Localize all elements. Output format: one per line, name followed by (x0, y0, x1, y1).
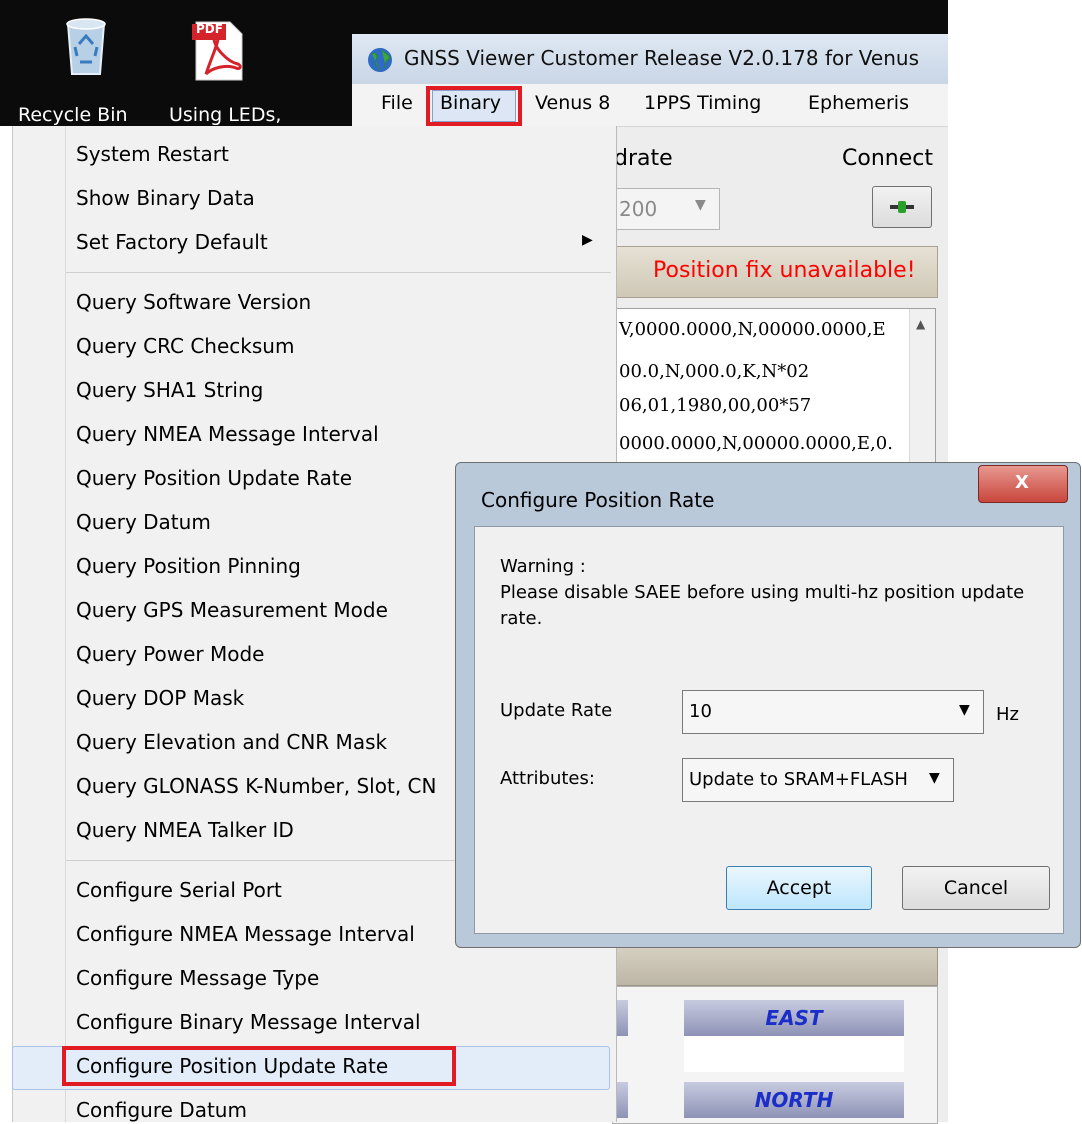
position-status: Position fix unavailable! (653, 258, 916, 283)
dialog-title: Configure Position Rate (481, 488, 715, 512)
warning-line: rate. (500, 608, 543, 629)
north-header: NORTH (684, 1082, 904, 1118)
cancel-button[interactable]: Cancel (902, 866, 1050, 910)
menu-item-query-sha1-string[interactable]: Query SHA1 String (76, 378, 263, 402)
cancel-label: Cancel (943, 877, 1009, 899)
menu-item-show-binary-data[interactable]: Show Binary Data (76, 186, 255, 210)
menu-item-configure-serial-port[interactable]: Configure Serial Port (76, 878, 282, 902)
menu-item-query-datum[interactable]: Query Datum (76, 510, 211, 534)
scrollbar[interactable]: ▲ (909, 309, 935, 469)
connect-label: Connect (842, 146, 933, 171)
menu-item-configure-datum[interactable]: Configure Datum (76, 1098, 247, 1122)
update-rate-unit: Hz (996, 704, 1019, 725)
menu-ephemeris[interactable]: Ephemeris (808, 92, 909, 114)
menu-item-query-gps-measurement-mode[interactable]: Query GPS Measurement Mode (76, 598, 388, 622)
window-title: GNSS Viewer Customer Release V2.0.178 fo… (404, 46, 919, 70)
menu-item-configure-position-update-rate[interactable]: Configure Position Update Rate (76, 1054, 388, 1078)
warning-title: Warning : (500, 556, 586, 577)
chevron-down-icon: ▼ (929, 770, 940, 786)
submenu-arrow-icon: ▶ (582, 232, 593, 248)
nmea-log: V,0000.0000,N,00000.0000,E 00.0,N,000.0,… (612, 308, 936, 470)
close-icon: X (1015, 472, 1029, 493)
dialog-close-button[interactable]: X (978, 465, 1068, 503)
warning-line: Please disable SAEE before using multi-h… (500, 582, 1025, 603)
attributes-select[interactable]: Update to SRAM+FLASH ▼ (682, 758, 954, 802)
nmea-line: 00.0,N,000.0,K,N*02 (619, 361, 810, 382)
scroll-up-icon[interactable]: ▲ (916, 317, 925, 331)
connect-button[interactable] (872, 186, 932, 228)
menu-item-configure-nmea-message-interval[interactable]: Configure NMEA Message Interval (76, 922, 415, 946)
accept-label: Accept (766, 877, 832, 899)
accept-button[interactable]: Accept (726, 866, 872, 910)
nmea-line: V,0000.0000,N,00000.0000,E (619, 319, 886, 340)
baudrate-label: drate (614, 146, 673, 171)
menu-venus8[interactable]: Venus 8 (535, 92, 610, 114)
menu-item-query-crc-checksum[interactable]: Query CRC Checksum (76, 334, 294, 358)
menu-item-query-position-pinning[interactable]: Query Position Pinning (76, 554, 301, 578)
menu-1pps-timing[interactable]: 1PPS Timing (644, 92, 761, 114)
menu-item-query-nmea-message-interval[interactable]: Query NMEA Message Interval (76, 422, 379, 446)
menu-item-configure-binary-message-interval[interactable]: Configure Binary Message Interval (76, 1010, 421, 1034)
menu-item-query-position-update-rate[interactable]: Query Position Update Rate (76, 466, 352, 490)
menu-item-set-factory-default[interactable]: Set Factory Default (76, 230, 268, 254)
desktop-label-recycle-bin: Recycle Bin (18, 104, 128, 126)
menu-item-query-software-version[interactable]: Query Software Version (76, 290, 311, 314)
east-label: EAST (765, 1006, 823, 1030)
lower-status-strip (612, 946, 938, 986)
recycle-bin-icon (66, 18, 106, 75)
menu-file[interactable]: File (381, 92, 413, 114)
menu-item-query-dop-mask[interactable]: Query DOP Mask (76, 686, 244, 710)
menu-item-system-restart[interactable]: System Restart (76, 142, 229, 166)
update-rate-value: 10 (689, 701, 712, 722)
baudrate-value: 200 (619, 197, 658, 221)
baudrate-select[interactable]: 200 ▼ (612, 188, 720, 230)
update-rate-select[interactable]: 10 ▼ (682, 690, 984, 734)
east-header: EAST (684, 1000, 904, 1036)
plug-icon (890, 201, 914, 213)
east-value-field (684, 1036, 904, 1072)
menu-item-query-glonass[interactable]: Query GLONASS K-Number, Slot, CN (76, 774, 436, 798)
desktop-label-pdf: Using LEDs, (169, 104, 282, 126)
globe-icon (368, 48, 392, 72)
menu-item-configure-message-type[interactable]: Configure Message Type (76, 966, 319, 990)
chevron-down-icon: ▼ (695, 197, 706, 213)
north-label: NORTH (754, 1088, 834, 1112)
pdf-badge: PDF (196, 22, 223, 36)
menu-item-query-power-mode[interactable]: Query Power Mode (76, 642, 264, 666)
menu-item-query-nmea-talker-id[interactable]: Query NMEA Talker ID (76, 818, 294, 842)
chevron-down-icon: ▼ (959, 702, 970, 718)
nmea-line: 06,01,1980,00,00*57 (619, 395, 812, 416)
update-rate-label: Update Rate (500, 700, 613, 721)
menu-separator (66, 272, 611, 273)
menu-binary[interactable]: Binary (440, 92, 501, 114)
nmea-line: 0000.0000,N,00000.0000,E,0. (619, 433, 893, 454)
attributes-label: Attributes: (500, 768, 595, 789)
menu-item-query-elevation-cnr-mask[interactable]: Query Elevation and CNR Mask (76, 730, 387, 754)
attributes-value: Update to SRAM+FLASH (689, 769, 908, 790)
